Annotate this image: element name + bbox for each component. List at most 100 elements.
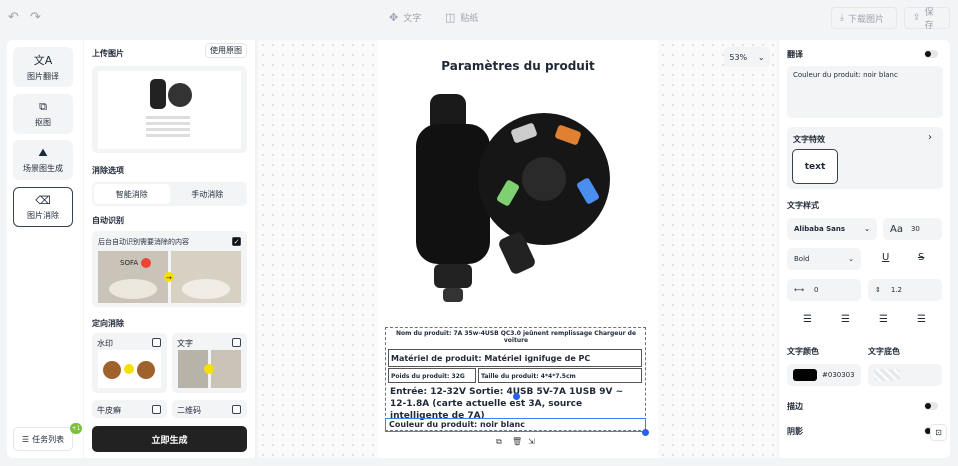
font-weight-value: Bold [794, 255, 810, 263]
smart-erase-tab[interactable]: 智能消除 [94, 184, 170, 204]
sticker-tool-button[interactable]: ◫ 贴纸 [445, 11, 478, 24]
copy-icon[interactable]: ⧉ [496, 437, 502, 447]
canvas-area[interactable]: Paramètres du produit Nom du produit: 7A… [258, 40, 777, 458]
redo-icon[interactable]: ↷ [30, 10, 41, 25]
charger-thumbnail [146, 79, 192, 137]
align-center-icon[interactable]: ☰ [829, 310, 862, 328]
sofa-text: SOFA [120, 259, 138, 267]
qrcode-checkbox[interactable] [232, 405, 241, 414]
stroke-label: 描边 [787, 402, 803, 411]
font-family-select[interactable]: Alibaba Sans ⌄ [787, 218, 877, 240]
download-button[interactable]: ⤓ 下载图片 [831, 7, 897, 29]
text-bg-picker[interactable] [868, 364, 942, 386]
resize-handle[interactable] [642, 429, 649, 436]
spec-row-size: Taille du produit: 4*4*7.5cm [478, 368, 642, 383]
align-justify-icon[interactable]: ☰ [905, 310, 938, 328]
spec-row-weight: Poids du produit: 32G [388, 368, 476, 383]
manual-erase-tab[interactable]: 手动消除 [170, 184, 246, 204]
auto-detect-checkbox[interactable]: ✓ [232, 237, 241, 246]
align-right-icon[interactable]: ☰ [867, 310, 900, 328]
text-color-picker[interactable]: #030303 [787, 364, 861, 386]
effect-sample[interactable]: text [792, 149, 838, 184]
text-option-label: 文字 [177, 339, 193, 348]
translation-textarea[interactable]: Couleur du produit: noir blanc [787, 66, 943, 118]
canvas-page: Paramètres du produit Nom du produit: 7A… [378, 40, 658, 458]
font-weight-select[interactable]: Bold ⌄ [787, 248, 861, 270]
upload-icon: ⇪ [913, 13, 921, 23]
text-example [178, 350, 241, 388]
chevron-right-icon[interactable]: › [928, 132, 932, 143]
font-size-icon: Aa [890, 223, 903, 235]
auto-detect-desc: 后台自动识别需要消除的内容 [98, 238, 189, 246]
letter-spacing-value: 0 [814, 286, 819, 294]
properties-panel: 翻译 Couleur du produit: noir blanc 文字特效 ›… [779, 40, 950, 458]
translate-toggle[interactable] [924, 50, 938, 58]
chevron-down-icon: ⌄ [757, 52, 765, 62]
zoom-select[interactable]: 53% ⌄ [724, 47, 770, 67]
watermark-option[interactable]: 水印 [92, 333, 167, 393]
generate-button[interactable]: 立即生成 [92, 426, 247, 452]
task-count-badge: +1 [70, 423, 82, 434]
download-icon: ⤓ [840, 13, 844, 23]
watermark-label: 水印 [97, 339, 113, 348]
sticker-icon: ◫ [445, 11, 456, 24]
zoom-value: 53% [729, 52, 748, 62]
nav-scene[interactable]: ⛰ 场景图生成 [13, 140, 73, 180]
underline-icon[interactable]: U [882, 252, 889, 263]
auto-detect-option[interactable]: 后台自动识别需要消除的内容 ✓ → SOFA [92, 231, 247, 307]
font-chevron-icon: ⌄ [864, 225, 870, 233]
text-effect-label: 文字特效 [793, 135, 825, 144]
delete-icon[interactable]: 🗑 [512, 437, 522, 446]
nav-image-erase[interactable]: ⌫ 图片消除 [13, 187, 73, 227]
watermark-checkbox[interactable] [152, 338, 161, 347]
product-image [416, 94, 610, 302]
save-button[interactable]: ⇪ 保存 [904, 7, 950, 31]
text-bg-label: 文字底色 [868, 347, 900, 356]
weight-chevron-icon: ⌄ [848, 255, 854, 263]
psoriasis-checkbox[interactable] [152, 405, 161, 414]
watermark-example [98, 350, 161, 388]
transparent-swatch [874, 369, 900, 381]
directed-erase-label: 定向消除 [92, 319, 124, 328]
rotate-handle[interactable] [513, 393, 520, 400]
qrcode-label: 二维码 [177, 406, 201, 415]
undo-icon[interactable]: ↶ [8, 10, 19, 25]
upload-title: 上传图片 [92, 49, 124, 58]
list-icon: ☰ [21, 434, 30, 444]
use-original-button[interactable]: 使用原图 [205, 43, 247, 58]
color-swatch [793, 369, 817, 381]
image-settings-icon[interactable]: ⊡ [930, 424, 947, 441]
left-nav: 文A 图片翻译 ⧉ 抠图 ⛰ 场景图生成 ⌫ 图片消除 ☰ 任务列表 [7, 40, 83, 458]
text-tool-icon: ✥ [389, 11, 399, 24]
stroke-toggle[interactable] [924, 402, 938, 410]
letter-spacing-icon: ⟷ [794, 286, 805, 294]
top-toolbar: ↶ ↷ ✥ 文字 ◫ 贴纸 ⤓ 下载图片 ⇪ 保存 [0, 0, 958, 36]
text-option[interactable]: 文字 [172, 333, 247, 393]
erase-panel: 上传图片 使用原图 消除选项 智能消除 手动消除 自动识别 后台自动识别需要消除… [84, 40, 256, 458]
text-color-label: 文字颜色 [787, 347, 819, 356]
font-size-value: 30 [910, 225, 920, 233]
text-tool-button[interactable]: ✥ 文字 [389, 11, 421, 24]
spec-row-name: Nom du produit: 7A 35w-4USB QC3.0 jeûnen… [395, 330, 637, 344]
nav-image-translate[interactable]: 文A 图片翻译 [13, 47, 73, 87]
shadow-label: 阴影 [787, 427, 803, 436]
line-height-input[interactable]: ⇕ 1.2 [868, 279, 942, 301]
translate-icon: 文A [33, 54, 53, 67]
upload-area[interactable] [92, 66, 247, 153]
remove-options-label: 消除选项 [92, 166, 124, 175]
text-style-label: 文字样式 [787, 201, 819, 210]
layer-icon[interactable]: ⇲ [528, 437, 535, 446]
psoriasis-label: 牛皮癣 [97, 406, 121, 415]
align-left-icon[interactable]: ☰ [791, 310, 824, 328]
nav-cutout[interactable]: ⧉ 抠图 [13, 94, 73, 134]
qrcode-option[interactable]: 二维码 [172, 400, 247, 418]
task-list-button[interactable]: ☰ 任务列表 [13, 427, 73, 451]
psoriasis-option[interactable]: 牛皮癣 [92, 400, 167, 418]
selected-text-box[interactable]: Couleur du produit: noir blanc [385, 418, 646, 432]
letter-spacing-input[interactable]: ⟷ 0 [787, 279, 861, 301]
uploaded-thumbnail [98, 71, 241, 149]
strikethrough-icon[interactable]: S [918, 252, 924, 263]
auto-detect-label: 自动识别 [92, 216, 124, 225]
font-size-input[interactable]: Aa 30 [883, 218, 942, 240]
text-checkbox[interactable] [232, 338, 241, 347]
